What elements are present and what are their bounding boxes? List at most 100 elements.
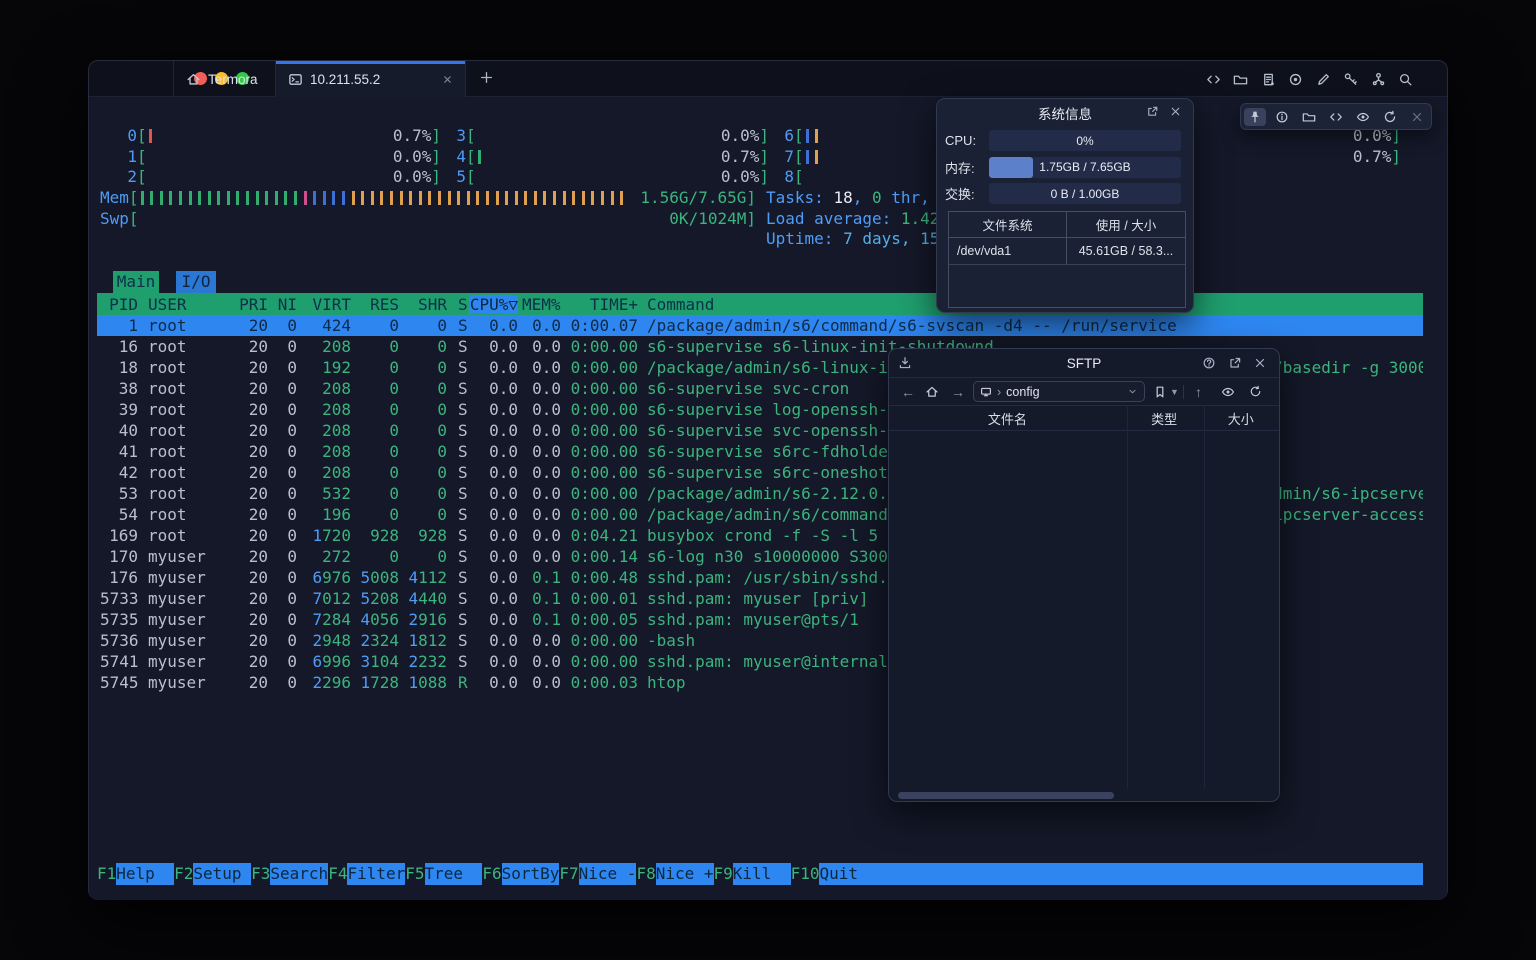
settings-icon[interactable]: [1420, 72, 1448, 87]
fkey-f4[interactable]: F4: [328, 863, 347, 885]
folder-icon[interactable]: [1298, 108, 1320, 126]
folder-icon[interactable]: [1227, 72, 1255, 87]
code-icon[interactable]: [1325, 108, 1347, 126]
column-virt[interactable]: VIRT: [297, 295, 351, 314]
back-icon[interactable]: ←: [901, 384, 915, 400]
fs-column-header[interactable]: 使用 / 大小: [1067, 212, 1185, 237]
terminal-icon: [288, 72, 303, 87]
fkey-label-search[interactable]: Search: [270, 863, 328, 885]
close-icon[interactable]: [1169, 105, 1182, 118]
fs-usage: 45.61GB / 58.3...: [1067, 238, 1185, 264]
fkey-f7[interactable]: F7: [559, 863, 578, 885]
fkey-f8[interactable]: F8: [636, 863, 655, 885]
cpu-meter-5: 5[0.0%]: [447, 167, 769, 188]
key-icon[interactable]: [1337, 72, 1365, 87]
sysinfo-label: 交换:: [945, 184, 989, 203]
open-in-window-icon[interactable]: [1228, 356, 1242, 370]
close-icon[interactable]: [1253, 356, 1267, 370]
close-icon[interactable]: [1406, 108, 1428, 126]
sftp-table-header: 文件名 类型 大小: [889, 405, 1279, 431]
path-separator: ›: [997, 385, 1001, 399]
edit-icon[interactable]: [1310, 72, 1338, 87]
sysinfo-row-2: 交换:0 B / 1.00GB: [945, 183, 1181, 204]
keychain-icon[interactable]: [1365, 72, 1393, 87]
system-info-panel: 系统信息 CPU:0%内存:1.75GB / 7.65GB交换:0 B / 1.…: [936, 98, 1194, 313]
eye-icon[interactable]: [1352, 108, 1374, 126]
path-combobox[interactable]: › config: [973, 381, 1145, 402]
swap-meter: Swp[0K/1024M]: [100, 209, 756, 230]
download-icon[interactable]: [898, 356, 912, 370]
tab-session-label: 10.211.55.2: [310, 72, 380, 87]
refresh-icon[interactable]: [1249, 385, 1262, 398]
process-row-1[interactable]: 1root20042400S0.00.00:00.07/package/admi…: [97, 315, 1423, 336]
quick-toolbar: [1240, 103, 1432, 130]
column-type[interactable]: 类型: [1126, 406, 1203, 430]
column-s[interactable]: S: [447, 295, 469, 314]
fkey-f2[interactable]: F2: [174, 863, 193, 885]
search-icon[interactable]: [1392, 72, 1420, 87]
column-cpu-sorted[interactable]: CPU%▽: [469, 295, 518, 314]
sysinfo-value: 0 B / 1.00GB: [989, 183, 1181, 204]
fkey-f10[interactable]: F10: [791, 863, 820, 885]
fs-column-header[interactable]: 文件系统: [949, 212, 1067, 237]
sysinfo-bar: 0%: [989, 130, 1181, 151]
fkey-label-tree[interactable]: Tree: [425, 863, 483, 885]
fkey-f3[interactable]: F3: [251, 863, 270, 885]
horizontal-scrollbar[interactable]: [898, 792, 1114, 799]
home-icon[interactable]: [925, 385, 939, 399]
memory-meter: Mem[1.56G/7.65G]: [100, 188, 756, 209]
fkey-label-help[interactable]: Help: [116, 863, 174, 885]
fkey-label-quit[interactable]: Quit: [819, 863, 1423, 885]
fs-device: /dev/vda1: [949, 238, 1067, 264]
tab-termora[interactable]: Termora: [173, 61, 276, 97]
htop-tab-io[interactable]: I/O: [176, 271, 216, 293]
record-icon[interactable]: [1282, 72, 1310, 87]
info-icon[interactable]: [1271, 108, 1293, 126]
column-res[interactable]: RES: [351, 295, 399, 314]
help-icon[interactable]: [1202, 356, 1216, 370]
column-user[interactable]: USER: [148, 295, 234, 314]
chevron-down-icon: [1127, 386, 1138, 397]
fkey-f1[interactable]: F1: [97, 863, 116, 885]
open-in-window-icon[interactable]: [1146, 105, 1159, 118]
pin-icon[interactable]: [1244, 108, 1266, 126]
cpu-meter-3: 3[0.0%]: [447, 126, 769, 147]
column-size[interactable]: 大小: [1202, 406, 1279, 430]
desktop: Termora 10.211.55.2 0[0.7%]1[0.0%]2[0.0%…: [0, 0, 1536, 960]
fkey-f5[interactable]: F5: [405, 863, 424, 885]
fkey-f6[interactable]: F6: [482, 863, 501, 885]
log-icon[interactable]: [1255, 72, 1283, 87]
cpu-meter-4: 4[0.7%]: [447, 147, 769, 168]
home-icon: [186, 72, 201, 87]
column-time[interactable]: TIME+: [561, 295, 638, 314]
fkey-label-kill[interactable]: Kill: [733, 863, 791, 885]
column-pri[interactable]: PRI: [234, 295, 268, 314]
forward-icon[interactable]: →: [951, 384, 965, 400]
fkey-label-sortby[interactable]: SortBy: [502, 863, 560, 885]
upload-icon[interactable]: ↑: [1195, 384, 1202, 400]
bookmark-icon[interactable]: [1153, 385, 1167, 399]
close-tab-icon[interactable]: [442, 74, 453, 85]
column-pid[interactable]: PID: [100, 295, 138, 314]
cpu-meter-1: 1[0.0%]: [118, 147, 441, 168]
fkey-f9[interactable]: F9: [714, 863, 733, 885]
fkey-label-nice+[interactable]: Nice +: [656, 863, 714, 885]
cpu-meter-2: 2[0.0%]: [118, 167, 441, 188]
fs-row[interactable]: /dev/vda145.61GB / 58.3...: [949, 238, 1185, 265]
column-shr[interactable]: SHR: [399, 295, 447, 314]
fkey-label-filter[interactable]: Filter: [347, 863, 405, 885]
caret-down-icon[interactable]: ▼: [1170, 387, 1179, 397]
code-icon[interactable]: [1200, 72, 1228, 87]
fkey-label-setup[interactable]: Setup: [193, 863, 251, 885]
column-filename[interactable]: 文件名: [889, 406, 1126, 430]
sysinfo-value: 0%: [989, 130, 1181, 151]
htop-tab-main[interactable]: Main: [113, 271, 159, 293]
tab-session[interactable]: 10.211.55.2: [276, 61, 466, 97]
toolbar-divider: [1183, 385, 1184, 399]
fkey-label-nice-[interactable]: Nice -: [579, 863, 637, 885]
show-hidden-eye-icon[interactable]: [1221, 385, 1235, 399]
column-ni[interactable]: NI: [268, 295, 297, 314]
new-tab-button[interactable]: [479, 70, 494, 85]
refresh-icon[interactable]: [1379, 108, 1401, 126]
column-mem%[interactable]: MEM%: [518, 295, 561, 314]
